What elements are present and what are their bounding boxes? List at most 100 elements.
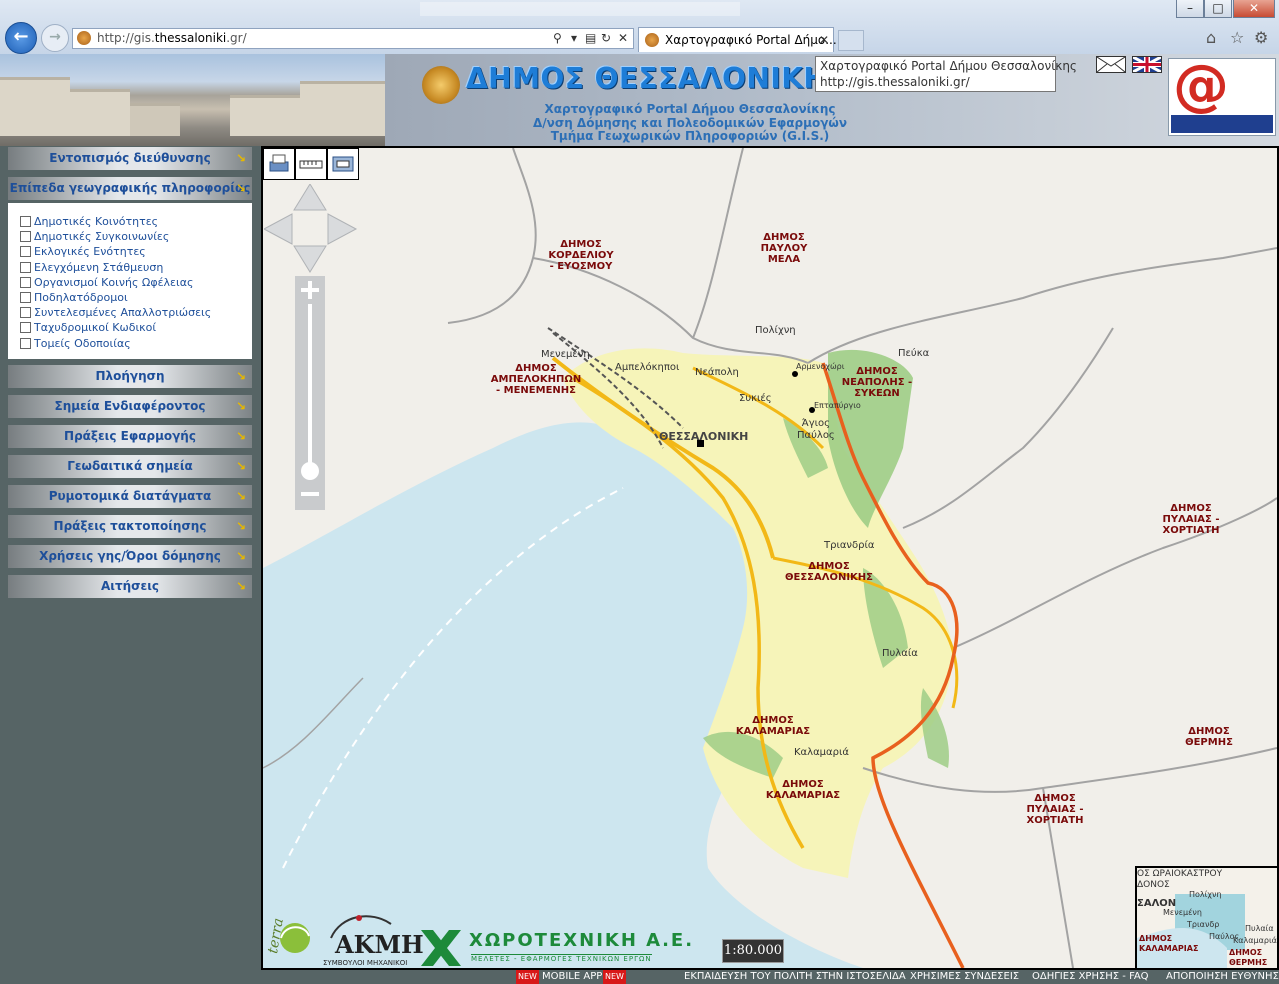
layer-checkbox[interactable] [20,307,31,319]
layer-item[interactable]: Εκλογικές Ενότητες [8,244,252,259]
close-window-button[interactable]: ✕ [1233,0,1275,18]
layer-checkbox[interactable] [20,216,31,227]
site-favicon-icon [77,31,91,45]
minimize-button[interactable]: – [1176,0,1204,18]
layer-checkbox[interactable] [20,337,31,349]
municipality-boundary [532,257,809,364]
place-label-sykies: Συκιές [739,393,772,404]
layer-item[interactable]: Συντελεσμένες Απαλλοτριώσεις [8,305,252,320]
layer-item[interactable]: Ποδηλατόδρομοι [8,290,252,305]
overview-label: ΔΟΝΟΣ [1137,880,1170,890]
sidebar-item-navigation[interactable]: Πλοήγηση ↘ [8,365,252,388]
photo-building [300,81,385,136]
layer-checkbox[interactable] [20,322,31,334]
sidebar-item-geodetic-points[interactable]: Γεωδαιτικά σημεία ↘ [8,455,252,478]
sidebar-item-label: Ρυμοτομικά διατάγματα [48,489,212,503]
forward-button[interactable]: → [41,24,69,52]
pan-up-icon[interactable] [293,184,327,211]
sidebar-item-applications[interactable]: Αιτήσεις ↘ [8,575,252,598]
uk-flag-shape [1133,57,1161,72]
sidebar-item-label: Σημεία Ενδιαφέροντος [54,399,206,413]
place-label-agios-pavlos: Άγιος Παύλος [797,418,835,441]
layer-label: Δημοτικές Συγκοινωνίες [34,230,170,244]
faq-link[interactable]: ΟΔΗΓΙΕΣ ΧΡΗΣΗΣ - FAQ [1032,970,1148,984]
overview-label: Μενεμένη [1163,908,1202,917]
mobile-app-link[interactable]: MOBILE APP [542,970,602,984]
arrow-icon: ↘ [235,369,246,383]
refresh-icon[interactable]: ↻ [601,29,611,48]
akmi-logo-text: ΑΚΜΗ [335,930,424,959]
chorotechniki-logo-subtext: ΜΕΛΕΤΕΣ - ΕΦΑΡΜΟΓΕΣ ΤΕΧΝΙΚΩΝ ΕΡΓΩΝ [471,954,652,963]
geo-layers-button[interactable]: Επίπεδα γεωγραφικής πληροφορίας ↘ [8,177,252,200]
compatibility-icon[interactable]: ▤ [585,29,596,48]
arrow-icon: ↘ [235,579,246,593]
back-button[interactable]: ← [5,22,37,54]
pan-zoom-control[interactable] [264,184,360,514]
print-button[interactable] [263,148,295,180]
useful-links-link[interactable]: ΧΡΗΣΙΜΕΣ ΣΥΝΔΕΣΕΙΣ [910,970,1019,984]
layer-label: Εκλογικές Ενότητες [34,245,146,259]
settings-gear-icon[interactable]: ⚙ [1254,28,1268,47]
layer-checkbox[interactable] [20,231,31,243]
map-viewport[interactable]: ΔΗΜΟΣ ΚΟΡΔΕΛΙΟΥ - ΕΥΟΣΜΟΥ ΔΗΜΟΣ ΠΑΥΛΟΥ Μ… [261,146,1279,970]
municipality-boundary [447,148,537,324]
overview-label: Πολίχνη [1189,890,1222,899]
municipality-boundary [862,747,1277,793]
new-tab-button[interactable] [838,30,864,51]
layer-checkbox[interactable] [20,276,31,288]
place-label-triandria: Τριανδρία [824,540,875,551]
layer-item[interactable]: Ταχυδρομικοί Κωδικοί [8,320,252,335]
sidebar-item-land-use[interactable]: Χρήσεις γης/Όροι δόμησης ↘ [8,545,252,568]
dropdown-icon[interactable]: ▾ [571,29,577,48]
zoom-slider-handle[interactable] [301,462,319,480]
municipality-boundary [952,497,1277,649]
locate-address-button[interactable]: Εντοπισμός διεύθυνσης ↘ [8,147,252,170]
maximize-button[interactable]: □ [1204,0,1232,18]
overview-map[interactable]: ΟΣ ΩΡΑΙΟΚΑΣΤΡΟΥ ΔΟΝΟΣ ΣΑΛΟΝ Πολίχνη Μενε… [1135,866,1277,968]
place-label-pefka: Πεύκα [898,348,930,359]
digital-greece-logo[interactable]: @ [1168,53,1276,136]
stop-icon[interactable]: ✕ [618,29,628,48]
favorites-star-icon[interactable]: ☆ [1230,28,1244,47]
measure-distance-button[interactable] [295,148,327,180]
map-canvas[interactable] [263,148,1277,968]
measure-area-button[interactable] [327,148,359,180]
layer-checkbox[interactable] [20,291,31,303]
layer-item[interactable]: Τομείς Οδοποιίας [8,336,252,351]
home-icon[interactable]: ⌂ [1206,28,1216,47]
browser-tab[interactable]: Χαρτογραφικό Portal Δήμο... ✕ [638,27,837,52]
place-label-eptapyrgio: Επταπύργιο [814,401,861,410]
search-icon[interactable]: ⚲ [553,29,562,48]
place-marker[interactable] [792,371,798,377]
at-sign-icon: @ [1173,53,1229,118]
zoom-in-icon[interactable] [308,281,312,299]
english-flag-icon[interactable] [1132,56,1162,73]
pan-right-icon[interactable] [327,213,358,245]
layer-checkbox[interactable] [20,261,31,273]
sidebar-item-zoning-decrees[interactable]: Ρυμοτομικά διατάγματα ↘ [8,485,252,508]
sidebar-item-settlement-acts[interactable]: Πράξεις τακτοποίησης ↘ [8,515,252,538]
pan-down-icon[interactable] [293,245,327,273]
layer-item[interactable]: Δημοτικές Συγκοινωνίες [8,229,252,244]
layer-label: Τομείς Οδοποιίας [34,336,131,350]
printer-icon [269,154,289,172]
municipality-label-pylaia: ΔΗΜΟΣ ΠΥΛΑΙΑΣ - ΧΟΡΤΙΑΤΗ [1026,793,1084,826]
pan-left-icon[interactable] [264,213,293,245]
sidebar-item-points-of-interest[interactable]: Σημεία Ενδιαφέροντος ↘ [8,395,252,418]
chorotechniki-logo: ΧΩΡΟΤΕΧΝΙΚΗ Α.Ε. ΜΕΛΕΤΕΣ - ΕΦΑΡΜΟΓΕΣ ΤΕΧ… [421,930,692,968]
sidebar-item-implementation-acts[interactable]: Πράξεις Εφαρμογής ↘ [8,425,252,448]
url-prefix: http://gis. [97,31,155,45]
address-bar[interactable]: http://gis.thessaloniki.gr/ ⚲ ▾ ▤ ↻ ✕ [72,28,634,49]
layer-item[interactable]: Δημοτικές Κοινότητες [8,214,252,229]
layer-item[interactable]: Οργανισμοί Κοινής Ωφέλειας [8,275,252,290]
mail-icon[interactable] [1096,56,1126,73]
overview-label: ΔΗΜΟΣ [1229,948,1263,957]
disclaimer-link[interactable]: ΑΠΟΠΟΙΗΣΗ ΕΥΘΥΝΗΣ [1166,970,1279,984]
site-subtitle-directorate: Δ/νση Δόμησης και Πολεοδομικών Εφαρμογών [533,116,847,130]
citizen-education-link[interactable]: ΕΚΠΑΙΔΕΥΣΗ ΤΟΥ ΠΟΛΙΤΗ ΣΤΗΝ ΙΣΤΟΣΕΛΙΔΑ [684,970,906,984]
tab-close-icon[interactable]: ✕ [819,28,829,52]
zoom-out-icon[interactable] [301,492,319,496]
layer-checkbox[interactable] [20,246,31,258]
layer-item[interactable]: Ελεγχόμενη Στάθμευση [8,260,252,275]
site-subtitle-department: Τμήμα Γεωχωρικών Πληροφοριών (G.I.S.) [550,129,830,143]
